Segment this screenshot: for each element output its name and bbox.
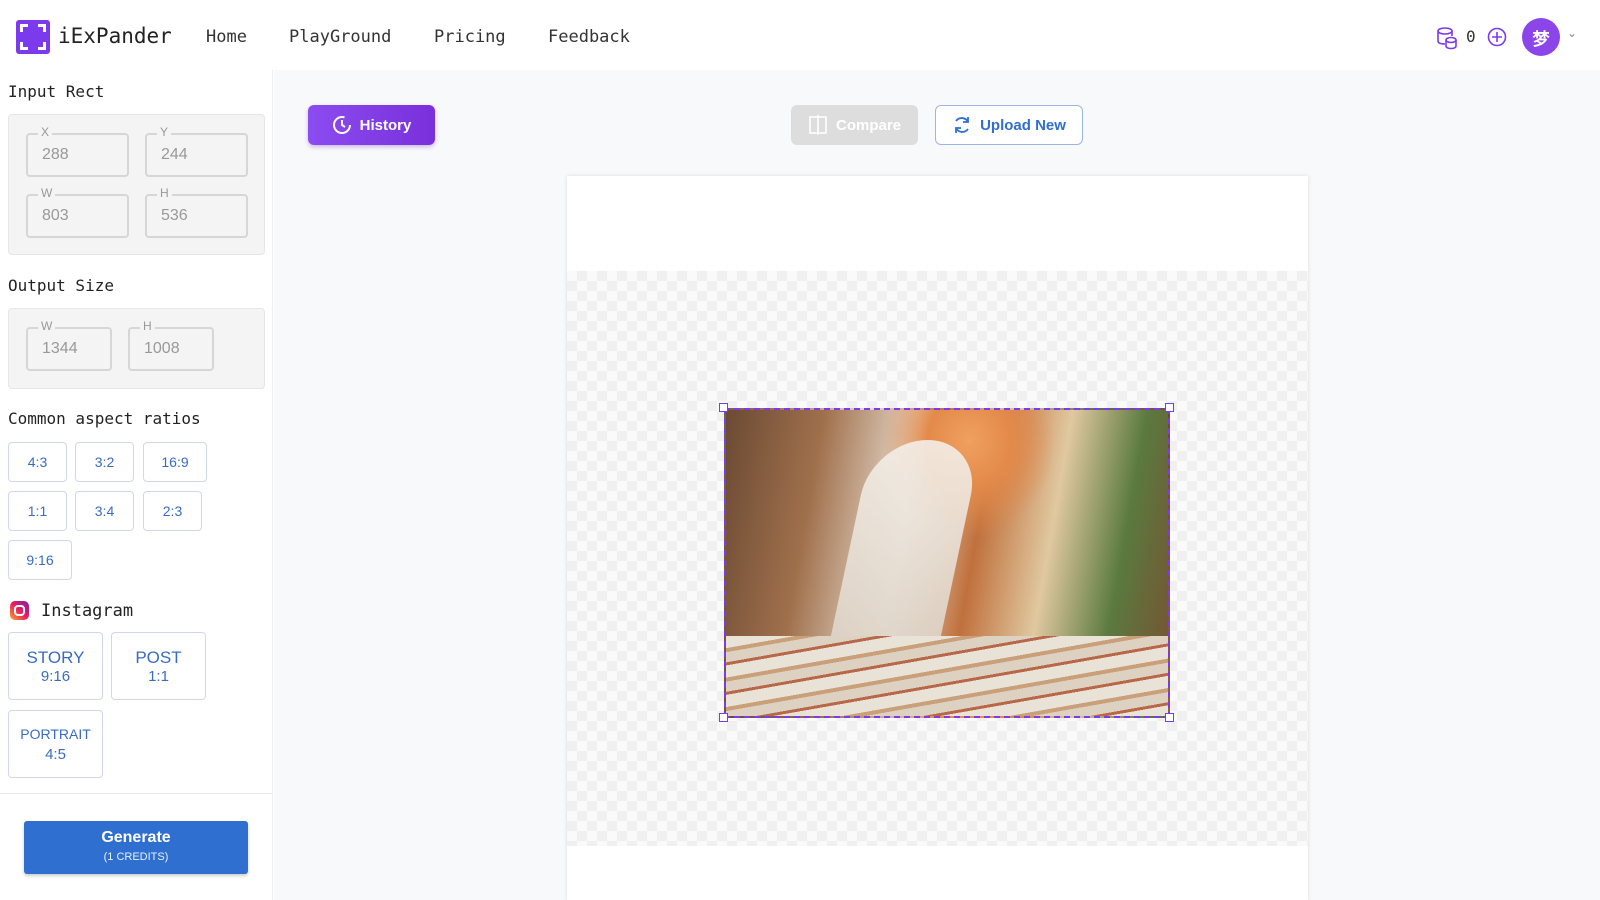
ratio-4-3[interactable]: 4:3 [8, 442, 67, 482]
generate-credits: (1 CREDITS) [24, 851, 248, 863]
history-label: History [360, 117, 412, 134]
story-ratio: 9:16 [41, 668, 70, 685]
ratio-3-2[interactable]: 3:2 [75, 442, 134, 482]
resize-handle-tl[interactable] [719, 403, 728, 412]
y-label: Y [157, 125, 171, 139]
history-icon [332, 115, 352, 135]
upload-new-button[interactable]: Upload New [935, 105, 1083, 145]
aspect-title: Common aspect ratios [8, 409, 201, 428]
generate-label: Generate [24, 829, 248, 847]
instagram-portrait-button[interactable]: PORTRAIT 4:5 [8, 710, 103, 778]
input-rect-panel: X288 Y244 W803 H536 [8, 114, 265, 255]
output-size-panel: W1344 H1008 [8, 308, 265, 389]
add-credits-icon[interactable] [1487, 27, 1507, 47]
compare-label: Compare [836, 117, 901, 134]
top-bar: iExPander Home PlayGround Pricing Feedba… [0, 0, 1600, 70]
output-h-label: H [140, 319, 155, 333]
sidebar: Input Rect X288 Y244 W803 H536 Output Si… [0, 70, 273, 900]
ratio-3-4[interactable]: 3:4 [75, 491, 134, 531]
w-label: W [38, 186, 55, 200]
instagram-post-button[interactable]: POST1:1 [111, 632, 206, 700]
resize-handle-tr[interactable] [1165, 403, 1174, 412]
instagram-icon [10, 601, 29, 620]
instagram-title: Instagram [41, 601, 133, 621]
ratio-16-9[interactable]: 16:9 [143, 442, 207, 482]
output-h-field[interactable]: H1008 [128, 327, 214, 371]
w-field[interactable]: W803 [26, 194, 129, 238]
x-label: X [38, 125, 52, 139]
divider [0, 793, 272, 794]
brand-name[interactable]: iExPander [58, 24, 172, 48]
coins-icon [1436, 26, 1458, 50]
post-label: POST [135, 648, 181, 668]
h-value: 536 [161, 207, 188, 224]
instagram-story-button[interactable]: STORY9:16 [8, 632, 103, 700]
y-value: 244 [161, 146, 188, 163]
nav-feedback[interactable]: Feedback [548, 27, 630, 47]
refresh-icon [952, 115, 972, 135]
portrait-ratio: 4:5 [45, 746, 66, 763]
x-field[interactable]: X288 [26, 133, 129, 177]
output-w-field[interactable]: W1344 [26, 327, 112, 371]
resize-handle-br[interactable] [1165, 713, 1174, 722]
image-canvas [567, 176, 1308, 900]
nav-pricing[interactable]: Pricing [434, 27, 506, 47]
logo-icon[interactable] [16, 20, 50, 54]
ratio-2-3[interactable]: 2:3 [143, 491, 202, 531]
post-ratio: 1:1 [148, 668, 169, 685]
output-size-title: Output Size [8, 276, 114, 295]
floor [726, 636, 1168, 716]
generate-button[interactable]: Generate (1 CREDITS) [24, 821, 248, 874]
story-label: STORY [27, 648, 85, 668]
output-w-label: W [38, 319, 55, 333]
avatar[interactable]: 梦 [1522, 18, 1560, 56]
upload-label: Upload New [980, 117, 1066, 134]
y-field[interactable]: Y244 [145, 133, 248, 177]
credits-count: 0 [1466, 27, 1476, 46]
input-rect-title: Input Rect [8, 82, 104, 101]
history-button[interactable]: History [308, 105, 435, 145]
resize-handle-bl[interactable] [719, 713, 728, 722]
output-w-value: 1344 [42, 340, 78, 357]
portrait-label: PORTRAIT [20, 726, 91, 742]
output-h-value: 1008 [144, 340, 180, 357]
input-image-spiral-staircase[interactable] [724, 408, 1170, 718]
nav-home[interactable]: Home [206, 27, 247, 47]
w-value: 803 [42, 207, 69, 224]
h-field[interactable]: H536 [145, 194, 248, 238]
chevron-down-icon[interactable]: ⌄ [1567, 26, 1577, 40]
compare-icon [808, 115, 828, 135]
compare-button[interactable]: Compare [791, 105, 918, 145]
ratio-9-16[interactable]: 9:16 [8, 540, 72, 580]
ratio-1-1[interactable]: 1:1 [8, 491, 67, 531]
x-value: 288 [42, 146, 69, 163]
h-label: H [157, 186, 172, 200]
nav-playground[interactable]: PlayGround [289, 27, 391, 47]
